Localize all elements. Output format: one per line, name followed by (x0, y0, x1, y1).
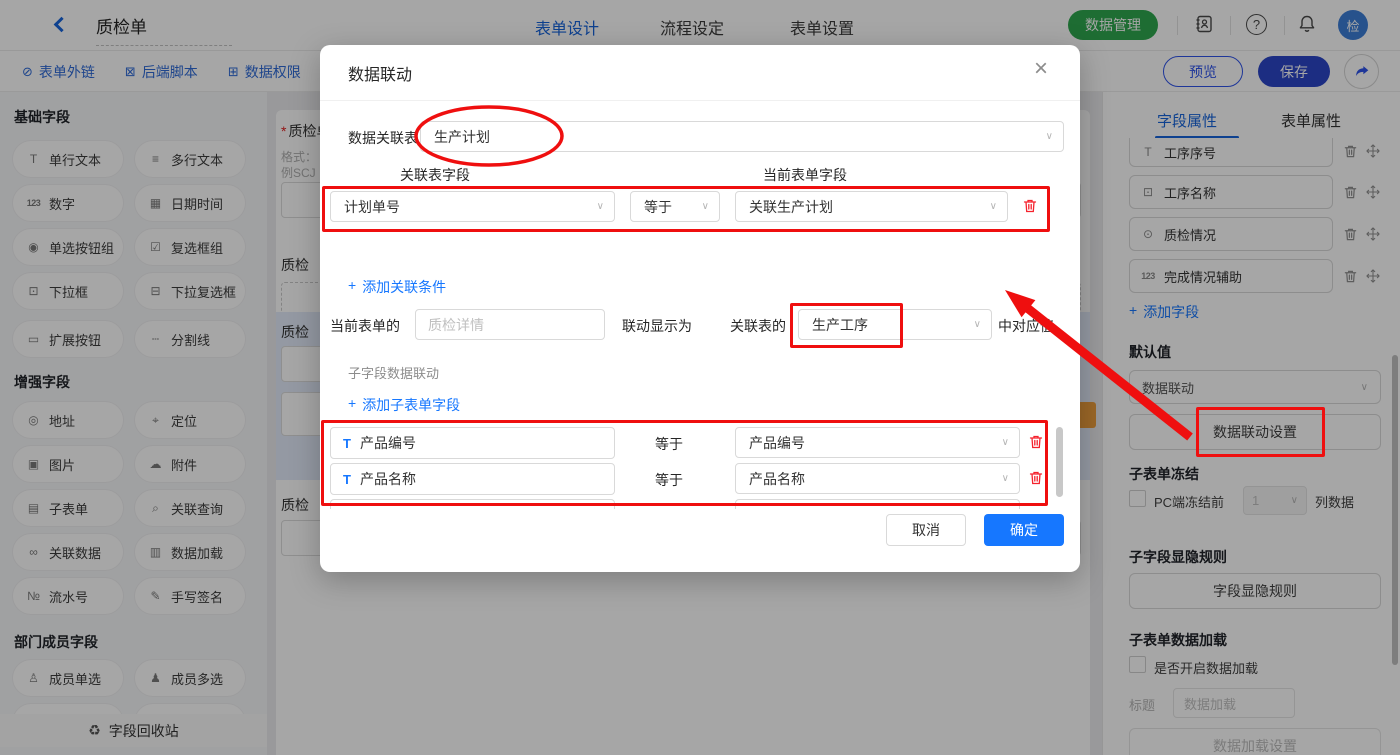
text-icon: T (343, 472, 351, 487)
data-linkage-modal: 数据联动 × 数据关联表 生产计划 ∨ 关联表字段 当前表单字段 计划单号 ∨ 等于… (320, 45, 1080, 572)
app-root: 质检单 表单设计 流程设定 表单设置 数据管理 ? 检 ⊘表单外链 ⊠后端脚本 … (0, 0, 1400, 755)
subfield-source-box[interactable]: T 产品编号 (330, 427, 615, 459)
subfield-rows-scroll-area: T 产品编号 等于 产品编号 ∨ T 产品名称 等于 产品名称 ∨ (320, 423, 1080, 509)
value-suffix-label: 中对应值 (998, 316, 1054, 336)
delete-subfield-icon[interactable] (1028, 470, 1044, 491)
condition-field-select[interactable]: 计划单号 ∨ (330, 191, 615, 222)
subfield-target-select[interactable]: 产品名称 ∨ (735, 463, 1020, 494)
modal-scrollbar[interactable] (1056, 427, 1063, 497)
relation-field-value: 生产工序 (812, 315, 868, 335)
divider (320, 100, 1080, 101)
chevron-down-icon: ∨ (1002, 437, 1009, 448)
subfield-source-label: 产品名称 (360, 469, 416, 489)
column-header-relation-field: 关联表字段 (365, 165, 505, 185)
subfield-operator: 等于 (655, 470, 683, 490)
modal-title: 数据联动 (348, 61, 412, 85)
chevron-down-icon: ∨ (1002, 473, 1009, 484)
text-icon: T (343, 436, 351, 451)
column-header-current-form-field: 当前表单字段 (735, 165, 875, 185)
chevron-down-icon: ∨ (974, 319, 981, 330)
condition-field-value: 计划单号 (344, 197, 400, 217)
subfield-target-value: 产品名称 (749, 469, 805, 489)
delete-condition-icon[interactable] (1022, 198, 1038, 219)
chevron-down-icon: ∨ (990, 201, 997, 212)
current-form-field-input[interactable]: 质检详情 (415, 309, 605, 340)
condition-target-value: 关联生产计划 (749, 197, 833, 217)
subfield-source-box-partial (330, 499, 615, 509)
subfield-source-box[interactable]: T 产品名称 (330, 463, 615, 495)
chevron-down-icon: ∨ (702, 201, 709, 212)
add-subfield-link[interactable]: + 添加子表单字段 (348, 395, 460, 415)
relation-table-label: 数据关联表 (348, 128, 418, 148)
relation-table-of-label: 关联表的 (730, 316, 786, 336)
add-condition-label: 添加关联条件 (362, 277, 446, 297)
delete-subfield-icon[interactable] (1028, 434, 1044, 455)
current-form-label: 当前表单的 (330, 316, 400, 336)
condition-operator-value: 等于 (644, 197, 672, 217)
chevron-down-icon: ∨ (1046, 131, 1053, 142)
relation-table-select[interactable]: 生产计划 ∨ (420, 121, 1064, 152)
display-as-label: 联动显示为 (622, 316, 692, 336)
subfield-operator: 等于 (655, 434, 683, 454)
subfield-target-value: 产品编号 (749, 433, 805, 453)
relation-field-select[interactable]: 生产工序 ∨ (798, 309, 992, 340)
subfield-section-label: 子字段数据联动 (348, 363, 439, 382)
close-icon[interactable]: × (1034, 55, 1048, 83)
condition-target-select[interactable]: 关联生产计划 ∨ (735, 191, 1008, 222)
plus-icon: + (348, 395, 356, 415)
subfield-target-select-partial (735, 499, 1020, 509)
add-condition-link[interactable]: + 添加关联条件 (348, 277, 446, 297)
subfield-source-label: 产品编号 (360, 433, 416, 453)
relation-table-value: 生产计划 (434, 127, 490, 147)
subfield-target-select[interactable]: 产品编号 ∨ (735, 427, 1020, 458)
confirm-button[interactable]: 确定 (984, 514, 1064, 546)
chevron-down-icon: ∨ (597, 201, 604, 212)
plus-icon: + (348, 277, 356, 297)
add-subfield-label: 添加子表单字段 (362, 395, 460, 415)
cancel-button[interactable]: 取消 (886, 514, 966, 546)
condition-operator-select[interactable]: 等于 ∨ (630, 191, 720, 222)
